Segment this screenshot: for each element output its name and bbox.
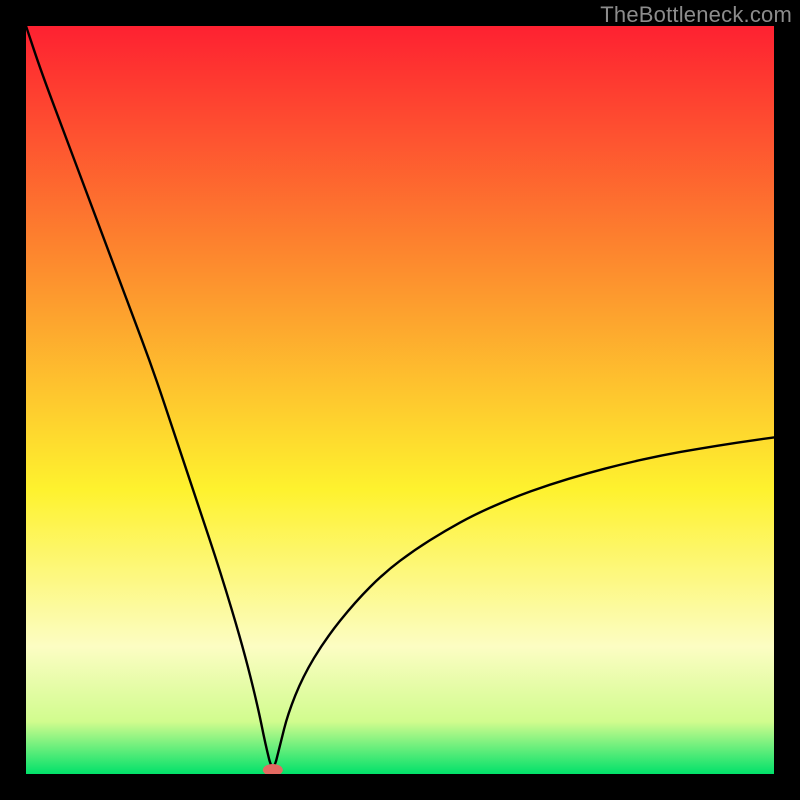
watermark-text: TheBottleneck.com	[600, 2, 792, 28]
bottleneck-chart	[26, 26, 774, 774]
gradient-background	[26, 26, 774, 774]
chart-frame	[26, 26, 774, 774]
